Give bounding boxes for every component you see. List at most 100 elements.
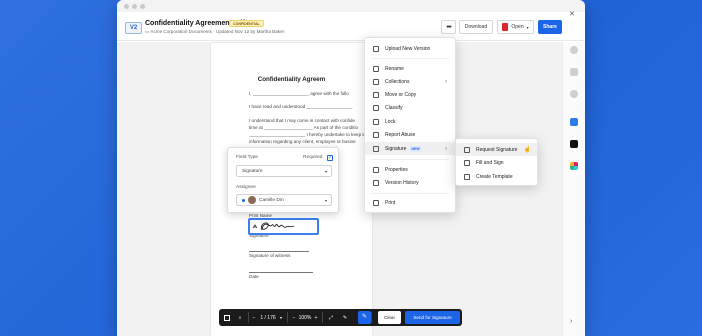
doc-line: ______________________ I hereby undertak… xyxy=(249,132,373,137)
toolbar-divider xyxy=(371,312,372,323)
menu-item-properties[interactable]: Properties xyxy=(365,163,455,176)
previous-page-icon[interactable]: − xyxy=(251,313,257,322)
assignee-select[interactable]: Camille Dm ▾ xyxy=(236,194,332,206)
signature-field[interactable] xyxy=(248,218,319,235)
field-type-select[interactable]: Signature ▾ xyxy=(236,165,332,177)
doc-line: I have read and understood _____________… xyxy=(249,104,353,109)
right-sidebar: › xyxy=(562,42,585,336)
lock-icon xyxy=(373,118,379,125)
file-header: V2 Confidentiality Agreement.pdf CONFIDE… xyxy=(117,13,585,41)
chevron-right-icon: › xyxy=(445,145,447,152)
close-preview-icon[interactable]: ✕ xyxy=(569,10,575,18)
doc-line: time at ___________________ As part of t… xyxy=(249,125,359,130)
menu-item-rename[interactable]: Rename xyxy=(365,62,455,75)
fullscreen-icon[interactable]: ⤢ xyxy=(327,313,335,322)
clear-button[interactable]: Clear xyxy=(378,311,401,324)
assignee-label: Assignee xyxy=(236,185,256,190)
open-button[interactable]: Open ▾ xyxy=(497,20,534,34)
witness-underline xyxy=(249,272,313,273)
window-minimize-dot[interactable] xyxy=(132,3,137,9)
menu-item-signature[interactable]: Signature NEW › xyxy=(365,142,455,155)
context-menu: Upload New Version Rename Collections › M… xyxy=(364,37,456,213)
menu-item-label: Fill and Sign xyxy=(476,159,504,166)
new-badge: NEW xyxy=(409,145,422,152)
menu-item-label: Create Template xyxy=(476,173,513,180)
required-checkbox[interactable]: ✓ xyxy=(327,155,333,161)
menu-item-collections[interactable]: Collections › xyxy=(365,75,455,88)
required-label: Required xyxy=(303,155,323,160)
updated-text: Updated Nov 12 by Martha Baker xyxy=(216,29,285,34)
menu-item-move-or-copy[interactable]: Move or Copy xyxy=(365,88,455,101)
window-close-dot[interactable] xyxy=(124,3,129,9)
pencil-icon xyxy=(373,65,379,72)
zoom-in-icon[interactable]: + xyxy=(313,313,319,322)
activity-icon[interactable] xyxy=(570,90,578,98)
sign-app-icon[interactable] xyxy=(570,140,578,148)
breadcrumb[interactable]: Acme Corporation Documents xyxy=(150,29,212,34)
doc-line: I, ______________________ agree with the… xyxy=(249,91,349,96)
classification-badge: CONFIDENTIAL xyxy=(229,20,264,27)
fill-sign-icon xyxy=(464,159,470,166)
window-chrome xyxy=(117,0,585,12)
sidebar-toggle-icon[interactable] xyxy=(223,313,231,322)
menu-item-label: Classify xyxy=(385,104,403,111)
toolbar-divider xyxy=(287,312,288,323)
more-options-button[interactable]: ••• xyxy=(441,20,456,34)
menu-item-upload-new-version[interactable]: Upload New Version xyxy=(365,42,455,55)
assignee-name: Camille Dm xyxy=(259,197,284,203)
witness-label: Signature of witness xyxy=(249,253,291,258)
slack-icon[interactable] xyxy=(570,162,578,170)
zoom-out-icon[interactable]: − xyxy=(291,313,297,322)
file-subtitle: ▭ Acme Corporation Documents · Updated N… xyxy=(145,29,284,35)
menu-item-label: Print xyxy=(385,199,396,206)
details-icon[interactable] xyxy=(570,68,578,76)
menu-item-label: Collections xyxy=(385,78,410,85)
app-blue-icon[interactable] xyxy=(570,118,578,126)
chevron-down-icon: ▾ xyxy=(324,168,327,174)
window-zoom-dot[interactable] xyxy=(140,3,145,9)
menu-item-request-signature[interactable]: Request Signature ☝ xyxy=(456,143,537,156)
share-button[interactable]: Share xyxy=(538,20,562,34)
menu-item-version-history[interactable]: Version History xyxy=(365,176,455,189)
menu-divider xyxy=(371,159,449,160)
pdf-icon xyxy=(502,23,509,31)
request-signature-icon xyxy=(464,146,470,153)
menu-item-lock[interactable]: Lock xyxy=(365,115,455,128)
menu-item-print[interactable]: Print xyxy=(365,196,455,209)
chevron-down-icon: ▾ xyxy=(526,24,529,30)
avatar xyxy=(248,196,256,204)
menu-item-classify[interactable]: Classify xyxy=(365,101,455,114)
field-type-value: Signature xyxy=(242,168,263,174)
annotate-icon[interactable]: ✎ xyxy=(341,313,349,322)
classify-icon xyxy=(373,104,379,111)
menu-item-label: Rename xyxy=(385,65,404,72)
draw-signature-button[interactable]: ✎ xyxy=(358,311,371,324)
date-label: Date xyxy=(249,274,259,279)
folder-icon: ▭ xyxy=(145,29,150,34)
menu-item-label: Request Signature xyxy=(476,146,518,153)
chevron-down-icon: ▾ xyxy=(324,197,327,203)
properties-icon xyxy=(373,166,379,173)
report-icon xyxy=(373,131,379,138)
menu-item-create-template[interactable]: Create Template xyxy=(456,170,537,183)
search-icon[interactable]: ⌕ xyxy=(236,313,244,322)
field-properties-panel: Field Type Required ✓ Signature ▾ Assign… xyxy=(227,147,339,213)
menu-item-report-abuse[interactable]: Report Abuse xyxy=(365,128,455,141)
pen-icon: ✎ xyxy=(361,314,368,320)
signature-icon xyxy=(373,145,379,152)
move-icon xyxy=(373,91,379,98)
toolbar-divider xyxy=(248,312,249,323)
page-indicator[interactable]: 1 / 176 xyxy=(258,313,278,322)
doc-line: I understand that I may come in contact … xyxy=(249,118,355,123)
menu-item-fill-and-sign[interactable]: Fill and Sign xyxy=(456,156,537,169)
history-icon xyxy=(373,179,379,186)
comments-icon[interactable] xyxy=(570,46,578,54)
version-badge[interactable]: V2 xyxy=(125,22,142,34)
hand-cursor-icon: ☝ xyxy=(523,147,531,153)
zoom-level[interactable]: 100% xyxy=(298,313,312,322)
chevron-down-icon[interactable]: ▾ xyxy=(278,313,284,322)
download-button[interactable]: Download xyxy=(459,20,493,34)
menu-divider xyxy=(371,193,449,194)
collapse-sidebar-icon[interactable]: › xyxy=(570,318,572,326)
send-for-signature-button[interactable]: Send for Signature xyxy=(405,311,460,324)
